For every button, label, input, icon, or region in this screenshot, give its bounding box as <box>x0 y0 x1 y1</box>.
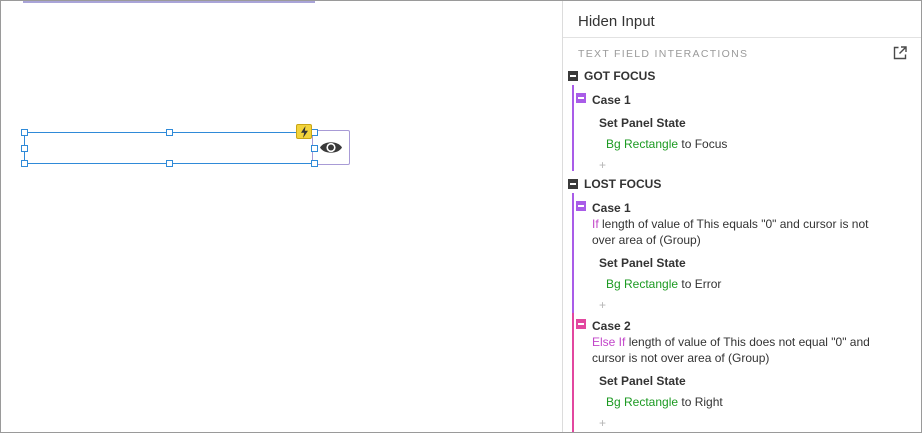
case-label: Case 2 <box>592 319 631 333</box>
panel-divider <box>563 37 921 38</box>
design-canvas[interactable] <box>1 1 562 432</box>
resize-handle-middle-left[interactable] <box>21 145 28 152</box>
add-action-button[interactable]: + <box>599 298 606 312</box>
target-state: to Error <box>678 277 722 291</box>
action-target[interactable]: Bg Rectangle to Focus <box>606 137 727 151</box>
interactions-panel: Hiden Input TEXT FIELD INTERACTIONS GOT … <box>562 1 921 432</box>
action-label[interactable]: Set Panel State <box>599 116 686 130</box>
target-widget: Bg Rectangle <box>606 137 679 151</box>
condition-text: length of value of This equals "0" and c… <box>592 217 869 247</box>
collapse-event-got-focus-icon[interactable] <box>568 71 578 81</box>
resize-handle-top-center[interactable] <box>166 129 173 136</box>
action-target[interactable]: Bg Rectangle to Error <box>606 277 721 291</box>
case-condition: If length of value of This equals "0" an… <box>592 216 892 248</box>
target-widget: Bg Rectangle <box>606 395 679 409</box>
popout-icon[interactable] <box>892 45 908 61</box>
condition-keyword: If <box>592 217 599 231</box>
canvas-guide-line <box>23 1 315 3</box>
collapse-event-lost-focus-icon[interactable] <box>568 179 578 189</box>
target-widget: Bg Rectangle <box>606 277 679 291</box>
add-action-button[interactable]: + <box>599 158 606 172</box>
collapse-case-icon[interactable] <box>576 93 586 103</box>
resize-handle-middle-right[interactable] <box>311 145 318 152</box>
case-connector-line <box>572 193 574 313</box>
interaction-badge[interactable] <box>296 124 312 139</box>
collapse-case-icon[interactable] <box>576 319 586 329</box>
case-condition: Else If length of value of This does not… <box>592 334 892 366</box>
resize-handle-top-right[interactable] <box>311 129 318 136</box>
resize-handle-bottom-center[interactable] <box>166 160 173 167</box>
action-target[interactable]: Bg Rectangle to Right <box>606 395 723 409</box>
action-label[interactable]: Set Panel State <box>599 256 686 270</box>
target-state: to Focus <box>678 137 728 151</box>
panel-title: Hiden Input <box>578 13 655 30</box>
resize-handle-bottom-left[interactable] <box>21 160 28 167</box>
event-label: LOST FOCUS <box>584 177 662 191</box>
action-label[interactable]: Set Panel State <box>599 374 686 388</box>
section-label: TEXT FIELD INTERACTIONS <box>578 48 749 60</box>
lightning-icon <box>301 126 308 138</box>
case-label: Case 1 <box>592 201 631 215</box>
case-connector-line <box>572 313 574 432</box>
condition-keyword: Else If <box>592 335 626 349</box>
target-state: to Right <box>678 395 723 409</box>
resize-handle-top-left[interactable] <box>21 129 28 136</box>
eye-icon <box>320 142 342 153</box>
add-action-button[interactable]: + <box>599 416 606 430</box>
case-connector-line <box>572 85 574 171</box>
collapse-case-icon[interactable] <box>576 201 586 211</box>
condition-text: length of value of This does not equal "… <box>592 335 870 365</box>
event-label: GOT FOCUS <box>584 69 656 83</box>
resize-handle-bottom-right[interactable] <box>311 160 318 167</box>
case-label: Case 1 <box>592 93 631 107</box>
